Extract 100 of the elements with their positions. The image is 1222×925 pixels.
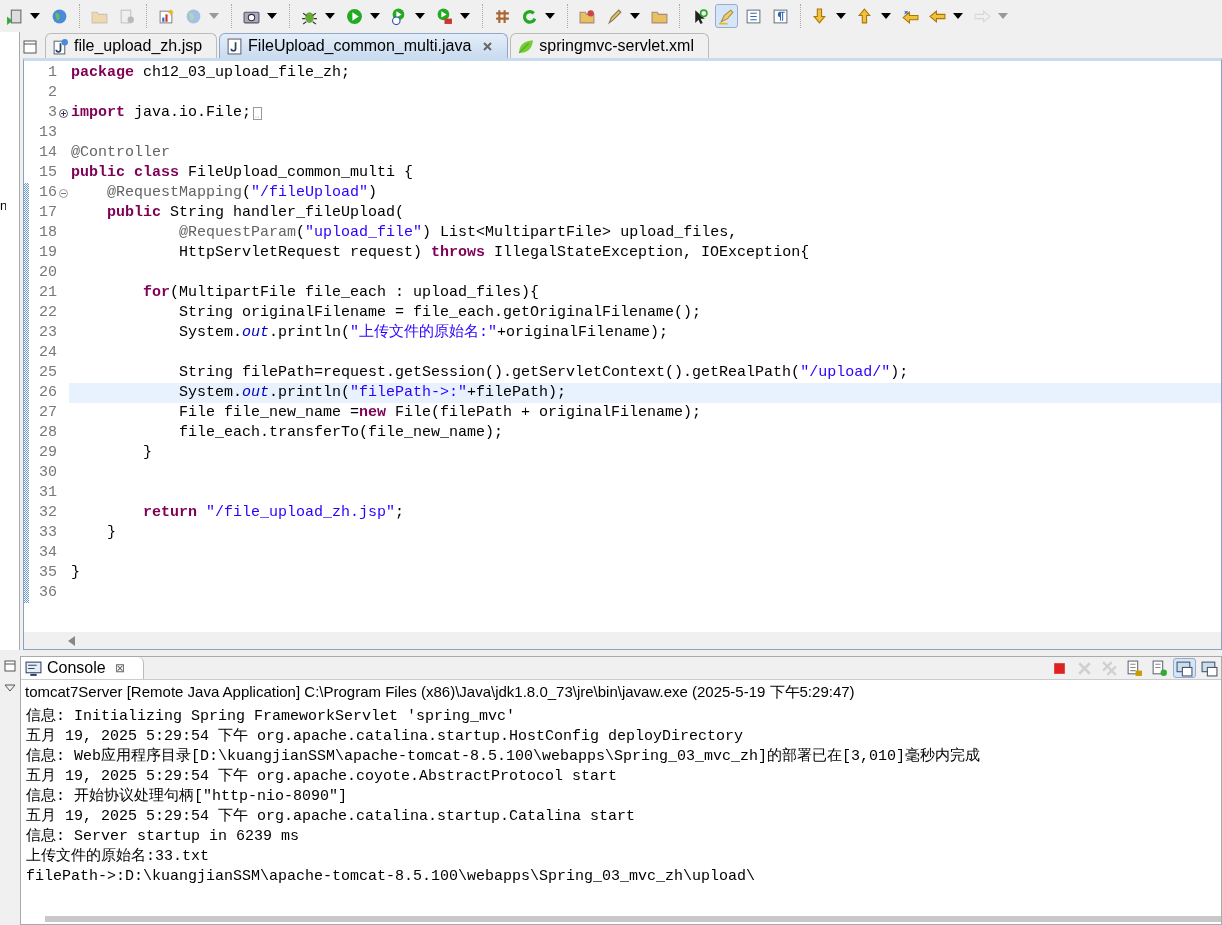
console-line: 五月 19, 2025 5:29:54 下午 org.apache.coyote.AbstractProtocol start: [26, 767, 619, 787]
line-number: 31: [38, 483, 57, 503]
caret-icon: [369, 12, 381, 20]
line-number: 32: [38, 503, 57, 523]
scroll-left-icon[interactable]: [68, 635, 76, 646]
caret-icon: [880, 12, 892, 20]
arrow-down-icon: [812, 7, 829, 25]
code-line: @RequestParam("upload_file") List<MultipartFile> upload_files,: [178, 223, 738, 243]
code-line: @Controller: [71, 143, 171, 163]
console-icon: [25, 659, 42, 677]
folder-icon: [579, 7, 596, 25]
line-number: 23: [38, 323, 57, 343]
caret-icon: [266, 12, 278, 20]
folded-code-icon[interactable]: [253, 106, 263, 120]
code-line: System.out.println("filePath->:"+filePath);: [178, 383, 567, 403]
line-number: 18: [38, 223, 57, 243]
arrow-left-icon: [929, 7, 946, 25]
console-tab[interactable]: Console ⊠: [21, 657, 144, 679]
caret-icon: [629, 12, 641, 20]
caret-icon: [459, 12, 471, 20]
arrow-up-icon: [857, 7, 874, 25]
restore-icon[interactable]: [4, 660, 16, 672]
code-line: }: [142, 443, 152, 463]
chart-icon: [158, 7, 175, 25]
caret-icon: [997, 12, 1009, 20]
code-line: }: [106, 523, 116, 543]
code-line: file_each.transferTo(file_new_name);: [178, 423, 504, 443]
view-menu-icon[interactable]: [4, 682, 16, 694]
monitor-icon: [1201, 659, 1218, 677]
code-line: System.out.println("上传文件的原始名:"+originalFilename);: [178, 323, 669, 343]
line-number: 13: [38, 123, 57, 143]
server-icon: [6, 7, 23, 25]
run-icon: [346, 7, 363, 25]
globe-icon: [51, 7, 68, 25]
console-line: 五月 19, 2025 5:29:54 下午 org.apache.catalina.startup.Catalina start: [26, 807, 637, 827]
line-number: 29: [38, 443, 57, 463]
minimize-icon[interactable]: [23, 40, 37, 54]
line-number: 27: [38, 403, 57, 423]
caret-icon: [414, 12, 426, 20]
line-number: 24: [38, 343, 57, 363]
close-icon[interactable]: [482, 40, 494, 52]
line-number: 35: [38, 563, 57, 583]
close-icon[interactable]: ⊠: [114, 661, 125, 675]
panel-text-fragment: n: [0, 198, 6, 213]
line-number: 25: [38, 363, 57, 383]
console-tool-button[interactable]: [1198, 658, 1221, 678]
editor-tab[interactable]: springmvc-servlet.xml: [510, 33, 709, 58]
code-line: for(MultipartFile file_each : upload_files){: [142, 283, 540, 303]
line-number: 15: [38, 163, 57, 183]
code-line: @RequestMapping("/fileUpload"): [106, 183, 378, 203]
line-number: 14: [38, 143, 57, 163]
line-number: 17: [38, 203, 57, 223]
code-line: String originalFilename = file_each.getOriginalFilename();: [178, 303, 702, 323]
document-icon: [1151, 659, 1168, 677]
line-number: 16: [38, 183, 57, 203]
line-number: 30: [38, 463, 57, 483]
line-number: 19: [38, 243, 57, 263]
code-line: String filePath=request.getSession().getServletContext().getRealPath("/upload/");: [178, 363, 909, 383]
code-line: }: [71, 563, 80, 583]
document-icon: [1126, 659, 1143, 677]
editor-tab[interactable]: file_upload_zh.jsp: [45, 33, 218, 58]
line-number: 26: [38, 383, 57, 403]
refresh-icon: [521, 7, 538, 25]
code-line: return "/file_upload_zh.jsp";: [142, 503, 405, 523]
line-number: 20: [38, 263, 57, 283]
grid-icon: [494, 7, 511, 25]
code-line: File file_new_name =new File(filePath + originalFilename);: [178, 403, 702, 423]
expand-icon[interactable]: [58, 108, 68, 118]
caret-icon: [952, 12, 964, 20]
console-line: 信息: 开始协议处理句柄["http-nio-8090"]: [26, 787, 349, 807]
line-number: 22: [38, 303, 57, 323]
line-number: 36: [38, 583, 57, 603]
line-number: 2: [47, 83, 57, 103]
globe-icon: [185, 7, 202, 25]
console-description: tomcat7Server [Remote Java Application] C:\Program Files (x86)\Java\jdk1.8.0_73\jre\bin\javaw.exe (2025-5-19 下午5:29:47): [24, 682, 856, 702]
caret-icon: [324, 12, 336, 20]
caret-icon: [29, 12, 41, 20]
console-line: 信息: Web应用程序目录[D:\kuangjianSSM\apache-tomcat-8.5.100\webapps\Spring_03_mvc_zh]的部署已在[3,010]毫秒内完成: [26, 747, 982, 767]
editor-tab[interactable]: FileUpload_common_multi.java: [219, 33, 509, 58]
caret-icon: [544, 12, 556, 20]
run-icon: [436, 7, 453, 25]
line-number: 34: [38, 543, 57, 563]
line-number: 1: [47, 63, 57, 83]
console-tool-button[interactable]: [1173, 658, 1196, 678]
code-line: public class FileUpload_common_multi {: [71, 163, 414, 183]
scrollbar-thumb[interactable]: [45, 916, 1221, 922]
console-line: filePath->:D:\kuangjianSSM\apache-tomcat-8.5.100\webapps\Spring_03_mvc_zh\upload\: [26, 867, 757, 887]
code-line: HttpServletRequest request) throws IllegalStateException, IOException{: [178, 243, 810, 263]
leaf-icon: [517, 37, 535, 55]
document-icon: [745, 7, 762, 25]
pencil-icon: [606, 7, 623, 25]
arrow-right-icon: [974, 7, 991, 25]
code-line: public String handler_fileUpload(: [106, 203, 405, 223]
collapse-icon[interactable]: [58, 188, 68, 198]
code-line: package ch12_03_upload_file_zh;: [71, 63, 351, 83]
line-number: 28: [38, 423, 57, 443]
line-number: 21: [38, 283, 57, 303]
console-line: 信息: Server startup in 6239 ms: [26, 827, 301, 847]
line-number: 33: [38, 523, 57, 543]
monitor-icon: [1176, 659, 1193, 677]
